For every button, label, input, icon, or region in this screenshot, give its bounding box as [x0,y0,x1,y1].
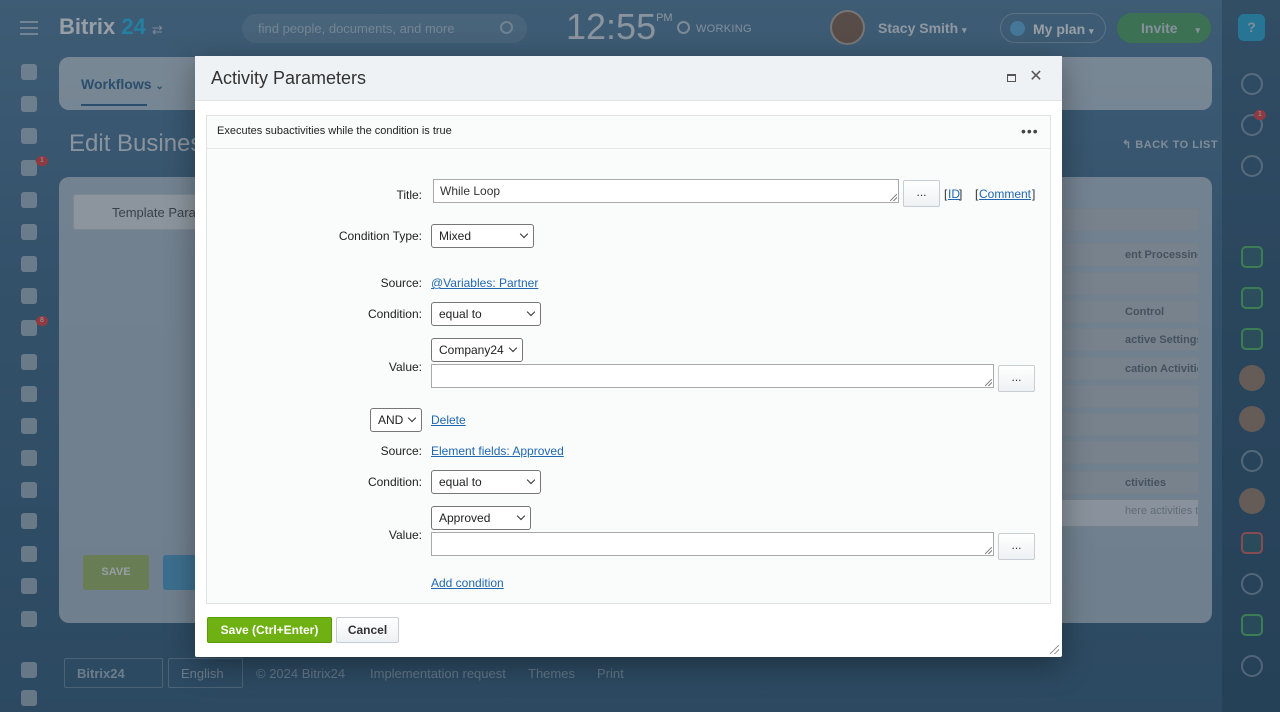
chevron-down-icon [508,343,518,353]
condition-type-label: Condition Type: [338,229,422,243]
id-bracket-open: [ [944,187,948,201]
value-select-value: Approved [439,511,491,525]
close-icon[interactable]: ✕ [1029,69,1043,85]
chevron-down-icon [526,475,536,485]
condition-operator-select[interactable]: equal to [431,302,541,326]
save-button[interactable]: Save (Ctrl+Enter) [207,617,332,643]
add-condition-link[interactable]: Add condition [431,576,504,590]
source-link[interactable]: Element fields: Approved [431,444,564,458]
chevron-down-icon [516,511,526,521]
dialog-body: Executes subactivities while the conditi… [206,115,1051,604]
condition-operator-value: equal to [439,307,482,321]
title-field[interactable]: While Loop [433,179,899,203]
source-label: Source: [380,444,422,458]
source-label: Source: [380,276,422,290]
delete-condition-link[interactable]: Delete [431,413,466,427]
value-select[interactable]: Approved [431,506,531,530]
id-bracket-close: ] [959,187,963,201]
dialog-title: Activity Parameters [211,68,367,88]
comment-bracket-close: ] [1032,187,1036,201]
activity-parameters-dialog: Activity Parameters ✕ Executes subactivi… [195,56,1062,657]
condition-type-select[interactable]: Mixed [431,224,534,248]
title-value: While Loop [440,184,501,198]
value-dots-button[interactable]: ... [998,533,1035,560]
chevron-down-icon [519,229,529,239]
resize-handle[interactable] [985,547,992,554]
description-bar: Executes subactivities while the conditi… [207,116,1050,149]
value-dots-button[interactable]: ... [998,365,1035,392]
value-text-field[interactable] [431,532,994,556]
source-link[interactable]: @Variables: Partner [431,276,538,290]
resize-handle[interactable] [985,379,992,386]
condition-label: Condition: [367,307,422,321]
value-select[interactable]: Company24 [431,338,523,362]
dialog-header: Activity Parameters ✕ [195,56,1062,101]
join-operator-value: AND [378,413,404,427]
title-dots-button[interactable]: ... [903,180,940,207]
condition-operator-value: equal to [439,475,482,489]
resize-handle[interactable] [890,194,897,201]
value-select-value: Company24 [439,343,504,357]
value-text-field[interactable] [431,364,994,388]
value-label: Value: [388,360,422,374]
chevron-down-icon [526,307,536,317]
activity-description: Executes subactivities while the conditi… [217,125,452,137]
more-options-icon[interactable]: ••• [1021,124,1039,138]
chevron-down-icon [407,413,417,423]
title-label: Title: [396,188,422,202]
condition-type-value: Mixed [439,229,472,243]
cancel-button[interactable]: Cancel [336,617,399,643]
dialog-resize-handle[interactable] [1050,645,1059,654]
condition-label: Condition: [367,475,422,489]
comment-bracket-open: [ [975,187,979,201]
condition-operator-select[interactable]: equal to [431,470,541,494]
value-label: Value: [388,528,422,542]
maximize-icon[interactable] [1007,74,1016,82]
comment-link[interactable]: Comment [979,187,1031,201]
join-operator-select[interactable]: AND [370,408,422,432]
